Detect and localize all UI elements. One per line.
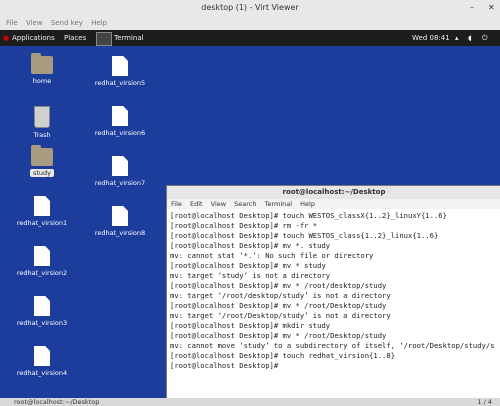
terminal-line: mv: cannot move ‘study’ to a subdirector… xyxy=(170,341,495,350)
desktop-icon-trash[interactable]: Trash xyxy=(14,106,70,139)
terminal-output[interactable]: [root@localhost Desktop]# touch WESTOS_c… xyxy=(167,209,500,401)
terminal-line: [root@localhost Desktop]# mv * /root/des… xyxy=(170,281,387,290)
terminal-line: [root@localhost Desktop]# touch WESTOS_c… xyxy=(170,211,447,220)
desktop-icon-redhat-virsion8[interactable]: redhat_virsion8 xyxy=(92,206,148,237)
gnome-topbar: ● Applications Places Terminal Wed 08:41… xyxy=(0,30,500,46)
file-icon xyxy=(112,106,128,126)
icon-label: redhat_virsion2 xyxy=(16,269,68,277)
terminal-line: [root@localhost Desktop]# rm -fr * xyxy=(170,221,318,230)
file-icon xyxy=(34,246,50,266)
viewer-menubar: File View Send key Help xyxy=(0,16,500,30)
icon-label: Trash xyxy=(33,131,51,139)
icon-label: redhat_virsion1 xyxy=(16,219,68,227)
terminal-window[interactable]: root@localhost:~/Desktop File Edit View … xyxy=(166,185,500,406)
icon-label: redhat_virsion5 xyxy=(94,79,146,87)
desktop-icon-redhat-virsion2[interactable]: redhat_virsion2 xyxy=(14,246,70,277)
file-icon xyxy=(34,196,50,216)
icon-label: redhat_virsion7 xyxy=(94,179,146,187)
terminal-menu-file[interactable]: File xyxy=(171,200,182,208)
desktop-icon-redhat-virsion4[interactable]: redhat_virsion4 xyxy=(14,346,70,377)
file-icon xyxy=(112,156,128,176)
terminal-icon[interactable] xyxy=(96,32,112,46)
terminal-menu-search[interactable]: Search xyxy=(234,200,256,208)
close-icon[interactable]: ✕ xyxy=(488,3,495,13)
redhat-icon: ● xyxy=(3,34,10,42)
network-icon[interactable]: ▴ xyxy=(455,30,459,46)
places-menu[interactable]: Places xyxy=(64,30,86,46)
terminal-line: mv: target ‘/root/desktop/study’ is not … xyxy=(170,291,391,300)
file-icon xyxy=(112,206,128,226)
file-icon xyxy=(112,56,128,76)
icon-label: redhat_virsion3 xyxy=(16,319,68,327)
menu-help[interactable]: Help xyxy=(91,16,107,30)
file-icon xyxy=(34,346,50,366)
terminal-menu-terminal[interactable]: Terminal xyxy=(265,200,292,208)
icon-label: redhat_virsion8 xyxy=(94,229,146,237)
menu-view[interactable]: View xyxy=(26,16,43,30)
terminal-menu-view[interactable]: View xyxy=(211,200,226,208)
desktop-icon-study[interactable]: study xyxy=(14,145,70,177)
terminal-titlebar[interactable]: root@localhost:~/Desktop xyxy=(167,186,500,199)
menu-send-key[interactable]: Send key xyxy=(51,16,83,30)
applications-menu[interactable]: Applications xyxy=(12,30,55,46)
terminal-menu-edit[interactable]: Edit xyxy=(190,200,203,208)
icon-label: home xyxy=(32,77,52,85)
terminal-line: mv: target ‘study’ is not a directory xyxy=(170,271,331,280)
desktop-icon-redhat-virsion5[interactable]: redhat_virsion5 xyxy=(92,56,148,87)
menu-file[interactable]: File xyxy=(6,16,18,30)
viewer-title: desktop (1) - Virt Viewer xyxy=(201,3,299,12)
taskbar-terminal-item[interactable]: root@localhost:~/Desktop xyxy=(0,398,99,406)
volume-icon[interactable]: ◖ xyxy=(468,30,472,46)
desktop-icon-redhat-virsion1[interactable]: redhat_virsion1 xyxy=(14,196,70,227)
terminal-line: [root@localhost Desktop]# xyxy=(170,361,283,370)
terminal-line: [root@localhost Desktop]# mv * /root/Des… xyxy=(170,331,387,340)
viewer-titlebar: desktop (1) - Virt Viewer – ✕ xyxy=(0,0,500,16)
terminal-menu-help[interactable]: Help xyxy=(300,200,315,208)
desktop-icon-redhat-virsion7[interactable]: redhat_virsion7 xyxy=(92,156,148,187)
trash-icon xyxy=(34,106,50,128)
terminal-menubar: File Edit View Search Terminal Help xyxy=(167,199,500,209)
terminal-line: [root@localhost Desktop]# touch WESTOS_c… xyxy=(170,231,439,240)
desktop-icon-redhat-virsion3[interactable]: redhat_virsion3 xyxy=(14,296,70,327)
power-icon[interactable]: ⏻ xyxy=(482,30,488,46)
minimize-icon[interactable]: – xyxy=(470,3,474,13)
taskbar: root@localhost:~/Desktop 1 / 4 xyxy=(0,398,500,406)
icon-label: redhat_virsion6 xyxy=(94,129,146,137)
home-folder-icon xyxy=(31,53,53,74)
desktop-icon-redhat-virsion6[interactable]: redhat_virsion6 xyxy=(92,106,148,137)
file-icon xyxy=(34,296,50,316)
desktop-icon-home[interactable]: home xyxy=(14,53,70,85)
terminal-line: [root@localhost Desktop]# mkdir study xyxy=(170,321,331,330)
workspace-indicator[interactable]: 1 / 4 xyxy=(477,398,492,406)
terminal-title: root@localhost:~/Desktop xyxy=(282,188,386,196)
terminal-app-label[interactable]: Terminal xyxy=(114,30,144,46)
icon-label: study xyxy=(29,169,55,177)
terminal-line: mv: cannot stat ‘*.’: No such file or di… xyxy=(170,251,374,260)
folder-icon xyxy=(31,145,53,166)
icon-label: redhat_virsion4 xyxy=(16,369,68,377)
terminal-line: [root@localhost Desktop]# mv * /root/Des… xyxy=(170,301,387,310)
terminal-line: [root@localhost Desktop]# mv *. study xyxy=(170,241,331,250)
terminal-line: [root@localhost Desktop]# touch redhat_v… xyxy=(170,351,396,360)
terminal-line: [root@localhost Desktop]# mv * study xyxy=(170,261,326,270)
clock[interactable]: Wed 08:41 xyxy=(412,30,450,46)
guest-desktop: ● Applications Places Terminal Wed 08:41… xyxy=(0,30,500,406)
terminal-line: mv: target ‘/root/Desktop/study’ is not … xyxy=(170,311,391,320)
